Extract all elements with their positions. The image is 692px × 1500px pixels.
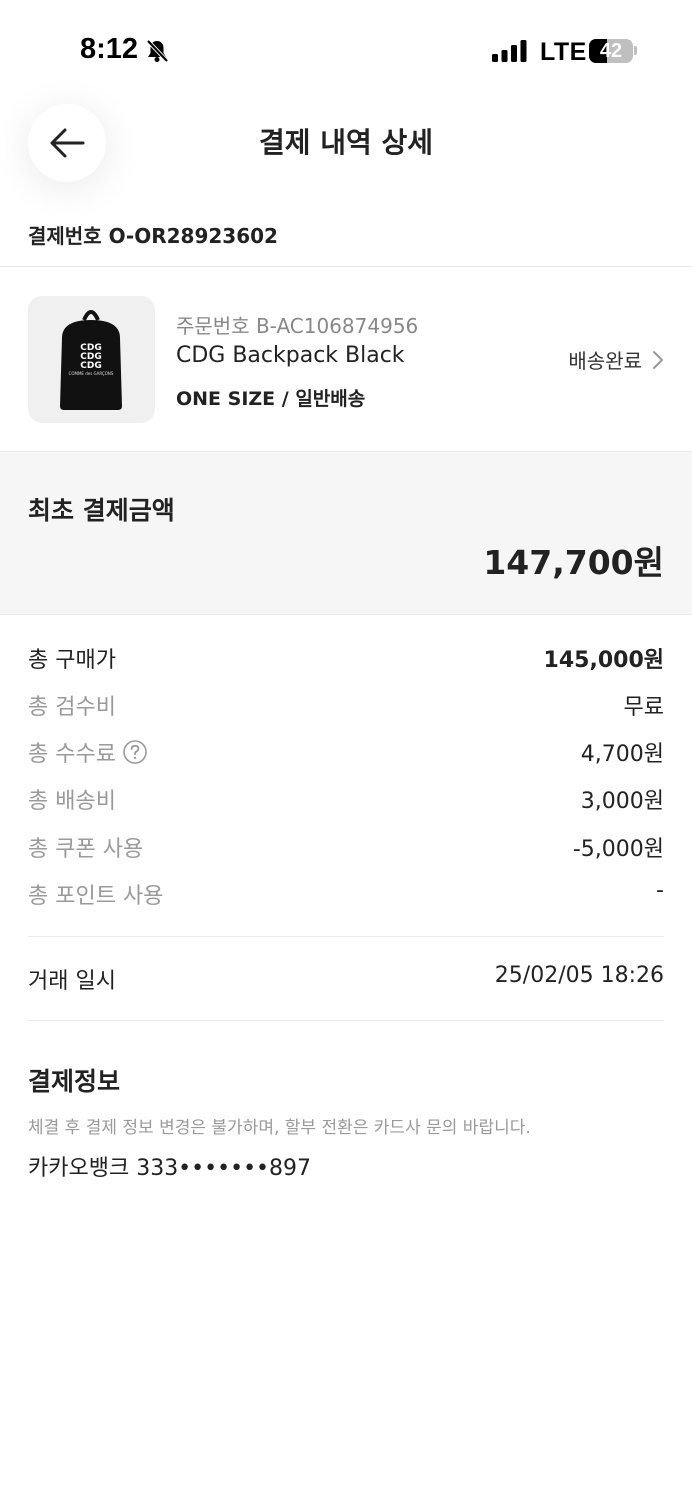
signal-icon (492, 40, 527, 62)
divider (0, 614, 692, 615)
fee-label-wrapper: 총 수수료 (28, 736, 148, 768)
fee-row-coupon: 총 쿠폰 사용 -5,000원 (28, 831, 664, 863)
payment-account: 카카오뱅크 333•••••••897 (28, 1156, 312, 1181)
order-number: 주문번호 B-AC106874956 (176, 314, 419, 338)
fee-value: 4,700원 (580, 742, 664, 767)
initial-amount-value: 147,700원 (483, 543, 664, 582)
backpack-brand-text: COMME des GARÇONS (69, 371, 114, 376)
product-thumbnail[interactable]: CDG CDG CDG COMME des GARÇONS (28, 296, 155, 423)
fee-label: 총 포인트 사용 (28, 884, 164, 909)
fee-label: 총 검수비 (28, 695, 116, 720)
divider (0, 266, 692, 267)
page-title: 결제 내역 상세 (258, 126, 434, 159)
initial-amount-label: 최초 결제금액 (28, 496, 175, 525)
payment-info-title: 결제정보 (28, 1067, 121, 1096)
divider (28, 936, 664, 937)
payment-number: 결제번호 O-OR28923602 (28, 224, 278, 248)
backpack-image: CDG CDG CDG COMME des GARÇONS (60, 310, 122, 410)
network-label: LTE (540, 38, 587, 66)
product-option: ONE SIZE / 일반배송 (176, 388, 366, 410)
initial-amount-section: 최초 결제금액 147,700원 (0, 452, 692, 614)
divider (28, 1020, 664, 1021)
fee-value: - (656, 878, 664, 903)
fee-label: 총 수수료 (28, 742, 116, 767)
fee-label: 총 구매가 (28, 648, 116, 673)
fee-row-inspection: 총 검수비 무료 (28, 689, 664, 721)
delivery-status-label: 배송완료 (568, 349, 642, 373)
fee-label: 총 배송비 (28, 789, 116, 814)
battery-icon: 42 (589, 39, 633, 63)
fee-value: 145,000원 (543, 648, 664, 673)
fee-row-commission: 총 수수료 4,700원 (28, 736, 664, 768)
transaction-date-label: 거래 일시 (28, 969, 116, 994)
chevron-right-icon (653, 350, 663, 369)
status-time: 8:12 (80, 33, 139, 65)
battery-percentage: 42 (599, 40, 623, 62)
fee-value: -5,000원 (572, 837, 664, 862)
payment-info-notice: 체결 후 결제 정보 변경은 불가하며, 할부 전환은 카드사 문의 바랍니다. (28, 1118, 531, 1138)
fee-row-shipping: 총 배송비 3,000원 (28, 783, 664, 815)
fee-label: 총 쿠폰 사용 (28, 837, 144, 862)
product-name: CDG Backpack Black (176, 343, 405, 368)
fee-row-total-price: 총 구매가 145,000원 (28, 642, 664, 674)
fee-value: 3,000원 (580, 789, 664, 814)
backpack-logo-line-3: CDG (80, 361, 101, 371)
bell-muted-icon (146, 39, 169, 63)
fee-value: 무료 (623, 695, 664, 720)
battery-cap (634, 46, 637, 55)
fee-row-points: 총 포인트 사용 - (28, 878, 664, 910)
delivery-status-link[interactable]: 배송완료 (568, 345, 664, 374)
status-bar: 8:12 LTE 42 (0, 0, 692, 100)
help-icon[interactable] (122, 739, 148, 765)
transaction-date-value: 25/02/05 18:26 (494, 963, 664, 988)
